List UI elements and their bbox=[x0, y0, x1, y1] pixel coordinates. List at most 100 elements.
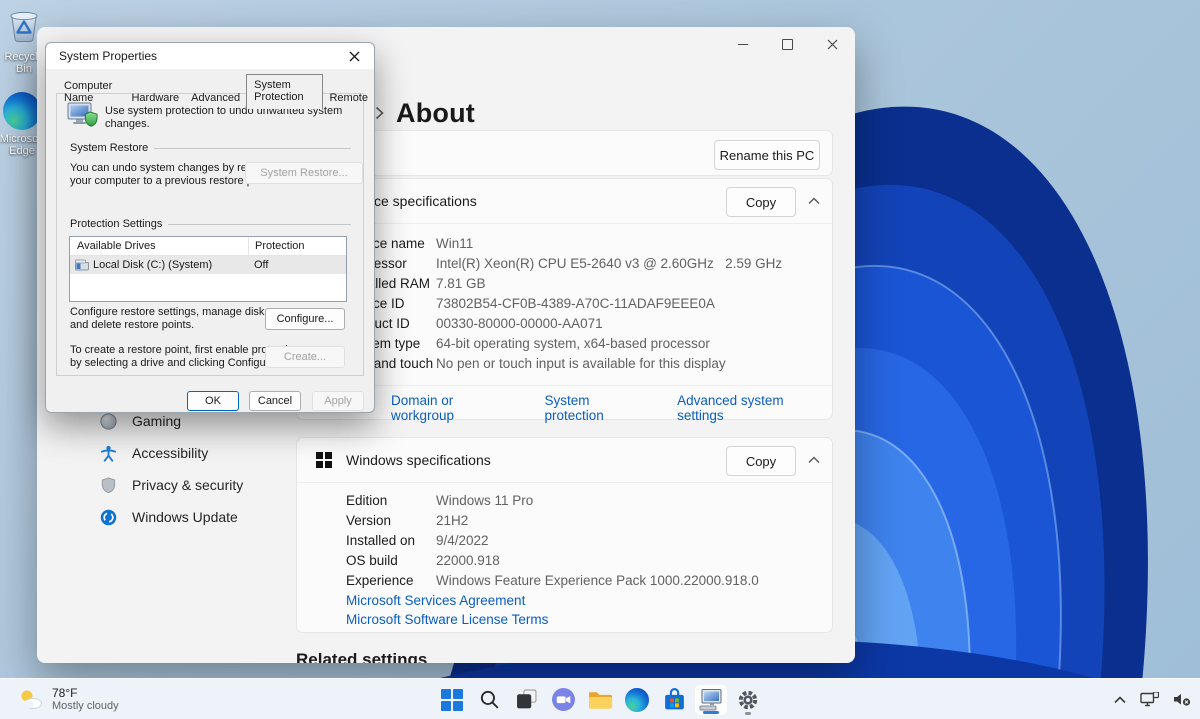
spec-value: Windows 11 Pro bbox=[436, 493, 533, 508]
device-spec-rows: Device nameWin11 ProcessorIntel(R) Xeon(… bbox=[346, 233, 816, 373]
tab-system-protection[interactable]: System Protection bbox=[246, 74, 323, 109]
task-view-icon bbox=[516, 689, 537, 710]
tab-hardware[interactable]: Hardware bbox=[125, 89, 185, 108]
link-advanced-system-settings[interactable]: Advanced system settings bbox=[677, 393, 832, 423]
settings-taskbar-button[interactable] bbox=[731, 684, 765, 716]
create-button[interactable]: Create... bbox=[265, 346, 345, 368]
group-label: Protection Settings bbox=[70, 218, 162, 230]
network-icon[interactable] bbox=[1140, 692, 1159, 707]
close-icon bbox=[349, 51, 360, 62]
link-microsoft-services-agreement[interactable]: Microsoft Services Agreement bbox=[346, 593, 548, 608]
sidebar-item-label: Privacy & security bbox=[132, 477, 243, 493]
close-button[interactable] bbox=[810, 27, 855, 61]
dialog-title-bar[interactable]: System Properties bbox=[46, 43, 374, 69]
spec-row: Device ID73802B54-CF0B-4389-A70C-11ADAF9… bbox=[346, 293, 816, 313]
cancel-button[interactable]: Cancel bbox=[249, 391, 301, 411]
chat-button[interactable] bbox=[546, 684, 580, 716]
spec-row: Version21H2 bbox=[346, 510, 816, 530]
windows-logo-icon bbox=[316, 452, 332, 468]
table-header: Available Drives Protection bbox=[70, 237, 346, 256]
sidebar-item-windows-update[interactable]: Windows Update bbox=[91, 501, 291, 533]
device-name-card: Rename this PC bbox=[296, 130, 833, 176]
configure-button[interactable]: Configure... bbox=[265, 308, 345, 330]
weather-widget[interactable]: 78°F Mostly cloudy bbox=[10, 679, 127, 719]
spec-row: OS build22000.918 bbox=[346, 550, 816, 570]
minimize-icon bbox=[738, 44, 748, 45]
spec-value: 7.81 GB bbox=[436, 276, 486, 291]
store-button[interactable] bbox=[657, 684, 691, 716]
file-explorer-button[interactable] bbox=[583, 684, 617, 716]
sidebar-item-accessibility[interactable]: Accessibility bbox=[91, 437, 291, 469]
spec-label: Installed on bbox=[346, 533, 436, 548]
active-app-indicator bbox=[703, 711, 719, 714]
section-title: Windows specifications bbox=[346, 438, 491, 482]
spec-row: ProcessorIntel(R) Xeon(R) CPU E5-2640 v3… bbox=[346, 253, 816, 273]
taskbar: 78°F Mostly cloudy bbox=[0, 678, 1200, 719]
shield-icon bbox=[100, 477, 117, 494]
weather-temperature: 78°F bbox=[52, 686, 119, 700]
taskbar-icons bbox=[435, 679, 765, 719]
window-controls bbox=[720, 27, 855, 61]
spec-label: Edition bbox=[346, 493, 436, 508]
table-row[interactable]: Local Disk (C:) (System) Off bbox=[70, 256, 346, 274]
tab-computer-name[interactable]: Computer Name bbox=[58, 77, 125, 108]
link-domain-or-workgroup[interactable]: Domain or workgroup bbox=[391, 393, 518, 423]
maximize-icon bbox=[782, 39, 793, 50]
sidebar-item-label: Gaming bbox=[132, 413, 181, 429]
spec-row: System type64-bit operating system, x64-… bbox=[346, 333, 816, 353]
sidebar-item-label: Accessibility bbox=[132, 445, 208, 461]
tab-remote[interactable]: Remote bbox=[323, 89, 374, 108]
link-microsoft-software-license-terms[interactable]: Microsoft Software License Terms bbox=[346, 612, 548, 627]
windows-update-icon bbox=[100, 509, 117, 526]
rename-pc-button[interactable]: Rename this PC bbox=[714, 140, 820, 170]
search-button[interactable] bbox=[472, 684, 506, 716]
dialog-tabs: Computer Name Hardware Advanced System P… bbox=[58, 74, 374, 108]
hidden-icons-chevron[interactable] bbox=[1114, 696, 1126, 704]
device-specifications-header[interactable]: Device specifications Copy bbox=[297, 179, 832, 223]
desktop: Recycle Bin Microsoft Edge About Gami bbox=[0, 0, 1200, 719]
chevron-right-icon bbox=[375, 106, 384, 120]
copy-button[interactable]: Copy bbox=[726, 446, 796, 476]
apply-button[interactable]: Apply bbox=[312, 391, 364, 411]
start-button[interactable] bbox=[435, 684, 469, 716]
sidebar: Gaming Accessibility Privacy & security bbox=[91, 405, 291, 533]
sidebar-item-privacy-security[interactable]: Privacy & security bbox=[91, 469, 291, 501]
spec-row: Installed on9/4/2022 bbox=[346, 530, 816, 550]
divider bbox=[297, 385, 832, 386]
volume-muted-icon[interactable] bbox=[1173, 692, 1192, 707]
gaming-icon bbox=[100, 413, 117, 430]
spec-value: 9/4/2022 bbox=[436, 533, 489, 548]
spec-label: OS build bbox=[346, 553, 436, 568]
windows-specifications-header[interactable]: Windows specifications Copy bbox=[297, 438, 832, 482]
spec-label: Experience bbox=[346, 573, 436, 588]
spec-value: 64-bit operating system, x64-based proce… bbox=[436, 336, 710, 351]
maximize-button[interactable] bbox=[765, 27, 810, 61]
device-specifications-card: Device specifications Copy Device nameWi… bbox=[296, 178, 833, 420]
task-view-button[interactable] bbox=[509, 684, 543, 716]
spec-row: Product ID00330-80000-00000-AA071 bbox=[346, 313, 816, 333]
chevron-up-icon[interactable] bbox=[808, 197, 820, 205]
file-explorer-icon bbox=[588, 689, 613, 710]
system-properties-taskbar-button[interactable] bbox=[694, 684, 728, 716]
windows-spec-links: Microsoft Services Agreement Microsoft S… bbox=[346, 593, 548, 627]
weather-icon bbox=[18, 688, 44, 712]
group-label: System Restore bbox=[70, 142, 148, 154]
spec-row: Installed RAM7.81 GB bbox=[346, 273, 816, 293]
system-protection-tab-panel: Use system protection to undo unwanted s… bbox=[56, 93, 364, 376]
dialog-close-button[interactable] bbox=[334, 43, 374, 69]
copy-button[interactable]: Copy bbox=[726, 187, 796, 217]
spec-value: Windows Feature Experience Pack 1000.220… bbox=[436, 573, 759, 588]
spec-value: 00330-80000-00000-AA071 bbox=[436, 316, 603, 331]
protection-drives-table[interactable]: Available Drives Protection Local Disk (… bbox=[69, 236, 347, 302]
system-restore-button[interactable]: System Restore... bbox=[245, 162, 363, 184]
tab-advanced[interactable]: Advanced bbox=[185, 89, 246, 108]
page-title: About bbox=[396, 98, 475, 129]
dialog-title: System Properties bbox=[59, 49, 157, 63]
device-spec-links: Domain or workgroup System protection Ad… bbox=[391, 393, 832, 423]
minimize-button[interactable] bbox=[720, 27, 765, 61]
ok-button[interactable]: OK bbox=[187, 391, 239, 411]
chevron-up-icon[interactable] bbox=[808, 456, 820, 464]
link-system-protection[interactable]: System protection bbox=[544, 393, 651, 423]
spec-value: 73802B54-CF0B-4389-A70C-11ADAF9EEE0A bbox=[436, 296, 715, 311]
edge-button[interactable] bbox=[620, 684, 654, 716]
